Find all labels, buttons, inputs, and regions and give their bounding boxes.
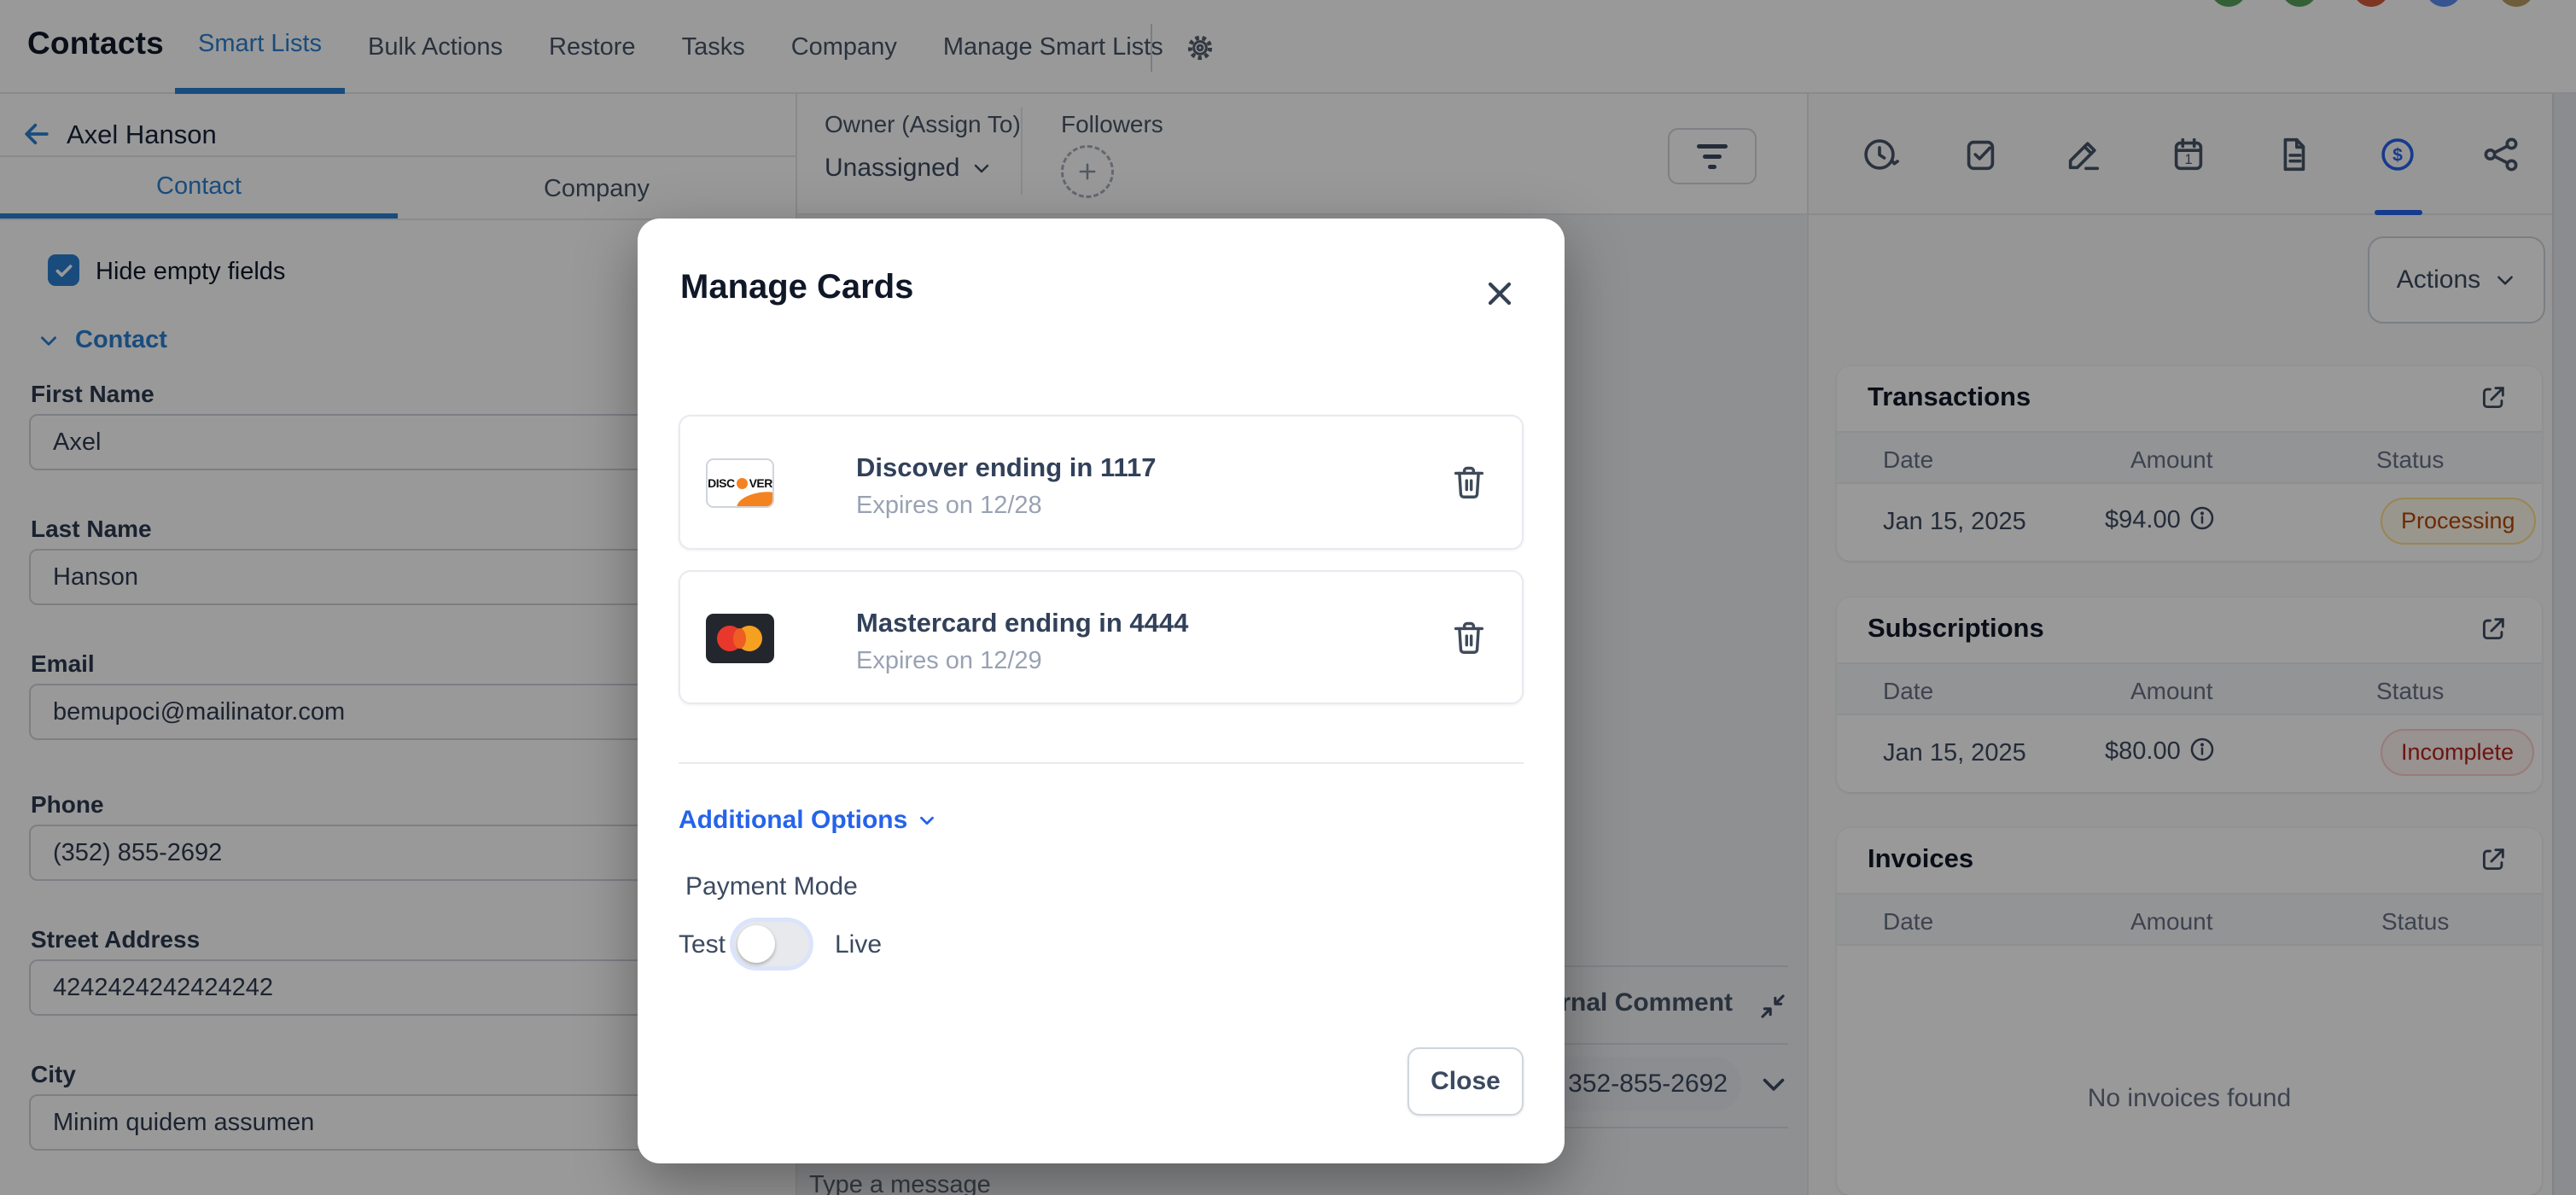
modal-title: Manage Cards (680, 268, 914, 306)
mastercard-card-icon (706, 614, 774, 663)
close-icon[interactable] (1481, 275, 1518, 312)
payment-mode-label: Payment Mode (685, 872, 858, 901)
modal-divider (679, 762, 1524, 764)
delete-card-icon[interactable] (1449, 463, 1489, 502)
close-button[interactable]: Close (1407, 1047, 1524, 1116)
delete-card-icon[interactable] (1449, 618, 1489, 657)
discover-dot (736, 477, 748, 489)
manage-cards-modal: Manage Cards DISC VER Discover ending in… (638, 219, 1565, 1163)
discover-swoosh (735, 488, 772, 506)
card-title: Discover ending in 1117 (856, 452, 1157, 482)
toggle-knob (737, 925, 775, 963)
saved-card-discover: DISC VER Discover ending in 1117 Expires… (679, 415, 1524, 550)
live-label: Live (835, 930, 883, 959)
additional-options-label: Additional Options (679, 806, 908, 834)
discover-wordmark: DISC (708, 476, 735, 490)
card-title: Mastercard ending in 4444 (856, 608, 1189, 638)
mastercard-overlap (733, 628, 746, 649)
app-window: Contacts Smart Lists Bulk Actions Restor… (0, 0, 2576, 1195)
test-label: Test (679, 930, 726, 959)
card-expiry: Expires on 12/29 (856, 647, 1042, 674)
payment-mode-toggle[interactable] (734, 922, 809, 966)
card-expiry: Expires on 12/28 (856, 492, 1042, 519)
additional-options-toggle[interactable]: Additional Options (679, 806, 938, 835)
discover-card-icon: DISC VER (706, 458, 774, 508)
chevron-down-icon (920, 816, 935, 825)
saved-card-mastercard: Mastercard ending in 4444 Expires on 12/… (679, 570, 1524, 704)
discover-wordmark: VER (749, 476, 772, 490)
